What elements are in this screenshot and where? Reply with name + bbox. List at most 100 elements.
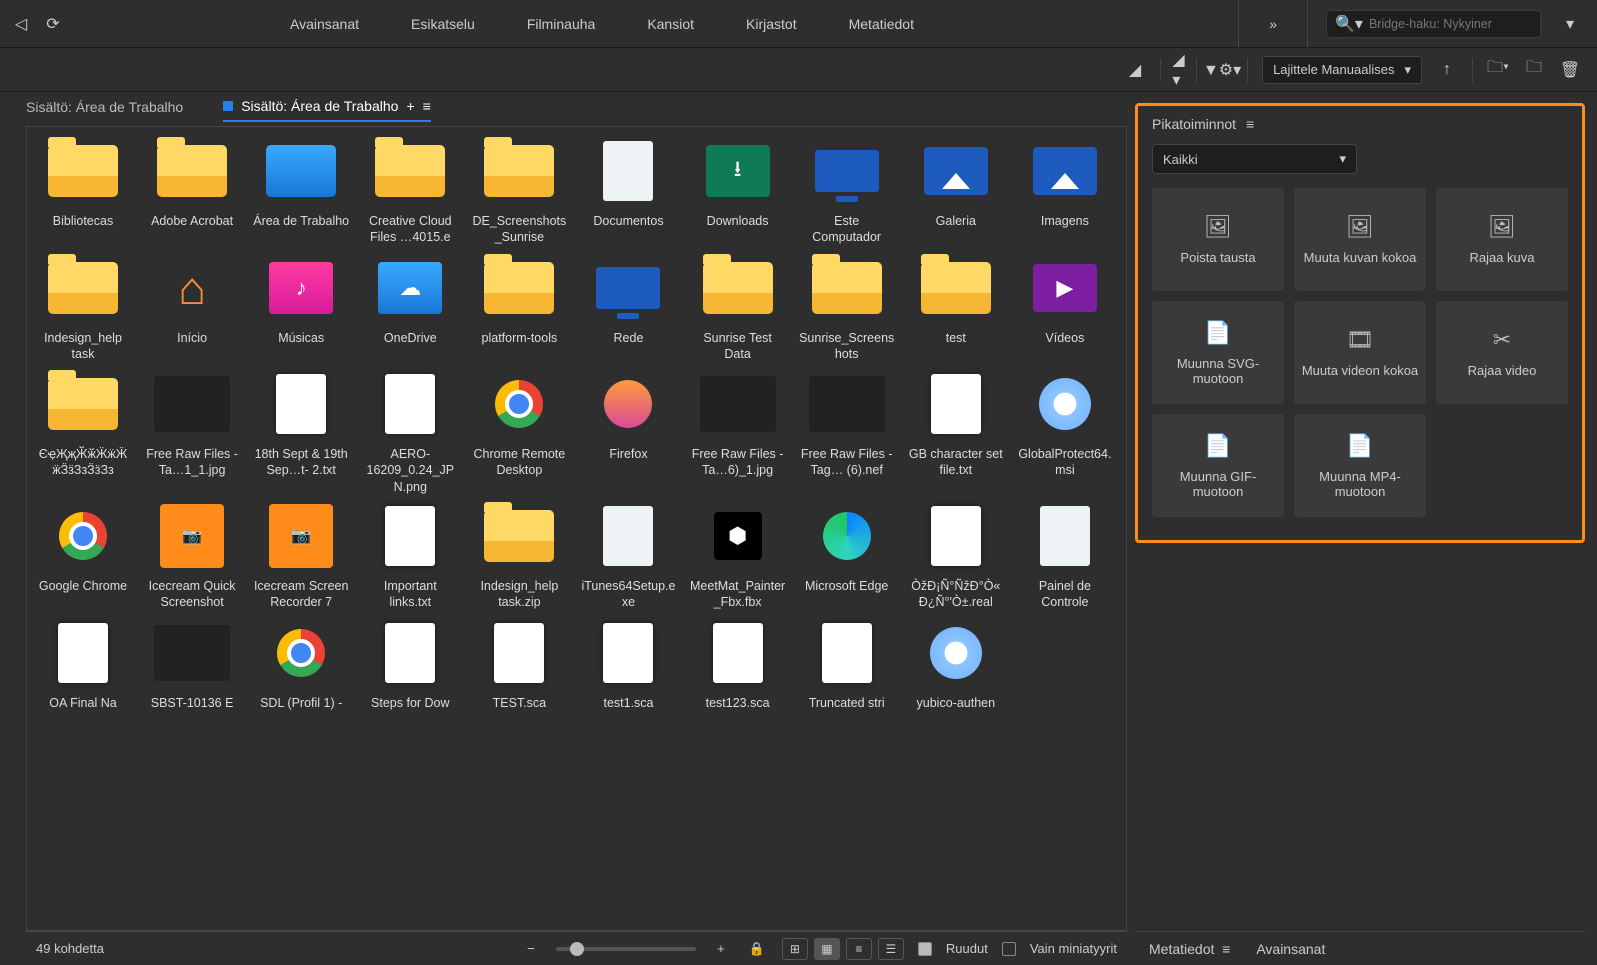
tab-menu-icon[interactable]: ≡: [423, 98, 431, 114]
file-item[interactable]: Indesign_help task.zip: [469, 498, 569, 611]
file-item[interactable]: Important links.txt: [360, 498, 460, 611]
metadata-tab[interactable]: Metatiedot ≡: [1149, 941, 1230, 957]
file-item[interactable]: Truncated stri: [797, 615, 897, 711]
keywords-tab[interactable]: Avainsanat: [1256, 941, 1325, 957]
file-item[interactable]: ☁OneDrive: [360, 250, 460, 363]
rating-filter2-icon[interactable]: ◢ ▾: [1160, 59, 1182, 81]
file-item[interactable]: Microsoft Edge: [797, 498, 897, 611]
file-item[interactable]: Painel de Controle: [1015, 498, 1115, 611]
file-item[interactable]: Imagens: [1015, 133, 1115, 246]
quick-action-card[interactable]: 📄Muunna SVG-muotoon: [1152, 301, 1284, 404]
file-item[interactable]: Sunrise_Screenshots: [797, 250, 897, 363]
file-item[interactable]: AERO-16209_0.24_JPN.png: [360, 366, 460, 494]
slider-thumb[interactable]: [570, 942, 584, 956]
reload-icon[interactable]: ⟳: [42, 13, 64, 35]
file-item[interactable]: Sunrise Test Data: [688, 250, 788, 363]
quick-action-card[interactable]: 📄Muunna GIF-muotoon: [1152, 414, 1284, 517]
file-item[interactable]: Firefox: [578, 366, 678, 494]
file-item[interactable]: platform-tools: [469, 250, 569, 363]
folder-yellow-icon: [39, 254, 127, 322]
quick-action-card[interactable]: 📄Muunna MP4-muotoon: [1294, 414, 1426, 517]
rating-filter-icon[interactable]: ◢: [1124, 59, 1146, 81]
file-item[interactable]: Steps for Dow: [360, 615, 460, 711]
file-item[interactable]: Google Chrome: [33, 498, 133, 611]
view-grid-large[interactable]: ▦: [814, 938, 840, 960]
zoom-in-icon[interactable]: +: [710, 938, 732, 960]
search-input[interactable]: [1369, 17, 1532, 31]
thumbs-only-checkbox[interactable]: [1002, 941, 1016, 957]
thumb-size-slider[interactable]: [556, 947, 696, 951]
quick-action-card[interactable]: 🖼Poista tausta: [1152, 188, 1284, 291]
file-item[interactable]: Documentos: [578, 133, 678, 246]
menubar-item[interactable]: Filminauha: [501, 2, 621, 46]
file-item[interactable]: ÒžÐ¡Ñ°ÑžÐ°Ò«Ð¿Ñ°'Ò±.real: [906, 498, 1006, 611]
file-item[interactable]: ⌂Início: [142, 250, 242, 363]
view-list[interactable]: ☰: [878, 938, 904, 960]
file-item[interactable]: TEST.sca: [469, 615, 569, 711]
file-item[interactable]: 18th Sept & 19th Sep…t- 2.txt: [251, 366, 351, 494]
folder-yellow-icon: [475, 502, 563, 570]
tab-content-2[interactable]: Sisältö: Área de Trabalho + ≡: [223, 92, 431, 122]
menubar-item[interactable]: Kansiot: [621, 2, 720, 46]
sort-dropdown[interactable]: Lajittele Manuaalises ▾: [1262, 56, 1422, 84]
content-tabs: Sisältö: Área de Trabalho Sisältö: Área …: [26, 92, 431, 122]
tab-add-icon[interactable]: +: [406, 98, 414, 114]
file-item[interactable]: Adobe Acrobat: [142, 133, 242, 246]
file-item[interactable]: ЄҿҖҗӁӂӜӝӜӝӞӟЗзӞӟЗз: [33, 366, 133, 494]
view-grid-small[interactable]: ⊞: [782, 938, 808, 960]
file-item[interactable]: ♪Músicas: [251, 250, 351, 363]
file-item[interactable]: 📷Icecream Quick Screenshot: [142, 498, 242, 611]
view-list-h[interactable]: ≡: [846, 938, 872, 960]
menubar-item[interactable]: Avainsanat: [264, 2, 385, 46]
file-item[interactable]: Free Raw Files - Ta…1_1.jpg: [142, 366, 242, 494]
filter-funnel-icon[interactable]: ▼⚙▾: [1211, 59, 1233, 81]
card-icon: 🖼: [1346, 214, 1374, 240]
quick-action-card[interactable]: ✂Rajaa video: [1436, 301, 1568, 404]
file-item[interactable]: Free Raw Files - Tag… (6).nef: [797, 366, 897, 494]
file-item[interactable]: DE_Screenshots_Sunrise: [469, 133, 569, 246]
file-item[interactable]: SDL (Profil 1) -: [251, 615, 351, 711]
file-item[interactable]: Bibliotecas: [33, 133, 133, 246]
file-item[interactable]: Galeria: [906, 133, 1006, 246]
quick-action-card[interactable]: 🖼Rajaa kuva: [1436, 188, 1568, 291]
quick-action-card[interactable]: 🎞Muuta videon kokoa: [1294, 301, 1426, 404]
file-item[interactable]: OA Final Na: [33, 615, 133, 711]
search-dropdown-icon[interactable]: ▾: [1559, 13, 1581, 35]
file-item[interactable]: test: [906, 250, 1006, 363]
file-item[interactable]: iTunes64Setup.exe: [578, 498, 678, 611]
trash-icon[interactable]: 🗑: [1559, 59, 1581, 81]
recent-folder-icon[interactable]: 🗀▾: [1487, 59, 1509, 81]
quick-action-card[interactable]: 🖼Muuta kuvan kokoa: [1294, 188, 1426, 291]
file-item[interactable]: yubico-authen: [906, 615, 1006, 711]
tab-content-1[interactable]: Sisältö: Área de Trabalho: [26, 93, 183, 121]
file-item[interactable]: GB character set file.txt: [906, 366, 1006, 494]
menubar-item[interactable]: Metatiedot: [823, 2, 940, 46]
search-box[interactable]: 🔍▾: [1326, 10, 1541, 38]
zoom-out-icon[interactable]: −: [520, 938, 542, 960]
menubar-item[interactable]: Esikatselu: [385, 2, 501, 46]
file-item[interactable]: Free Raw Files - Ta…6)_1.jpg: [688, 366, 788, 494]
file-item[interactable]: 📷Icecream Screen Recorder 7: [251, 498, 351, 611]
file-item[interactable]: ▶Vídeos: [1015, 250, 1115, 363]
file-item[interactable]: Chrome Remote Desktop: [469, 366, 569, 494]
menubar-item[interactable]: Kirjastot: [720, 2, 823, 46]
file-item[interactable]: ⬢MeetMat_Painter_Fbx.fbx: [688, 498, 788, 611]
file-item[interactable]: Indesign_help task: [33, 250, 133, 363]
grid-checkbox[interactable]: [918, 941, 932, 957]
more-menus[interactable]: »: [1238, 0, 1308, 48]
panel-menu-icon[interactable]: ≡: [1246, 116, 1254, 132]
file-item[interactable]: Creative Cloud Files …4015.e: [360, 133, 460, 246]
file-item[interactable]: Este Computador: [797, 133, 897, 246]
file-item[interactable]: Área de Trabalho: [251, 133, 351, 246]
file-item[interactable]: GlobalProtect64.msi: [1015, 366, 1115, 494]
file-item[interactable]: test1.sca: [578, 615, 678, 711]
file-item[interactable]: SBST-10136 E: [142, 615, 242, 711]
new-folder-icon[interactable]: 🗀: [1523, 59, 1545, 81]
quick-actions-filter[interactable]: Kaikki ▾: [1152, 144, 1357, 174]
sort-direction-icon[interactable]: ↑: [1436, 59, 1458, 81]
file-item[interactable]: test123.sca: [688, 615, 788, 711]
file-item[interactable]: Rede: [578, 250, 678, 363]
file-item[interactable]: ⭳Downloads: [688, 133, 788, 246]
lock-thumb-icon[interactable]: 🔒: [746, 938, 768, 960]
back-icon[interactable]: ◁: [10, 13, 32, 35]
